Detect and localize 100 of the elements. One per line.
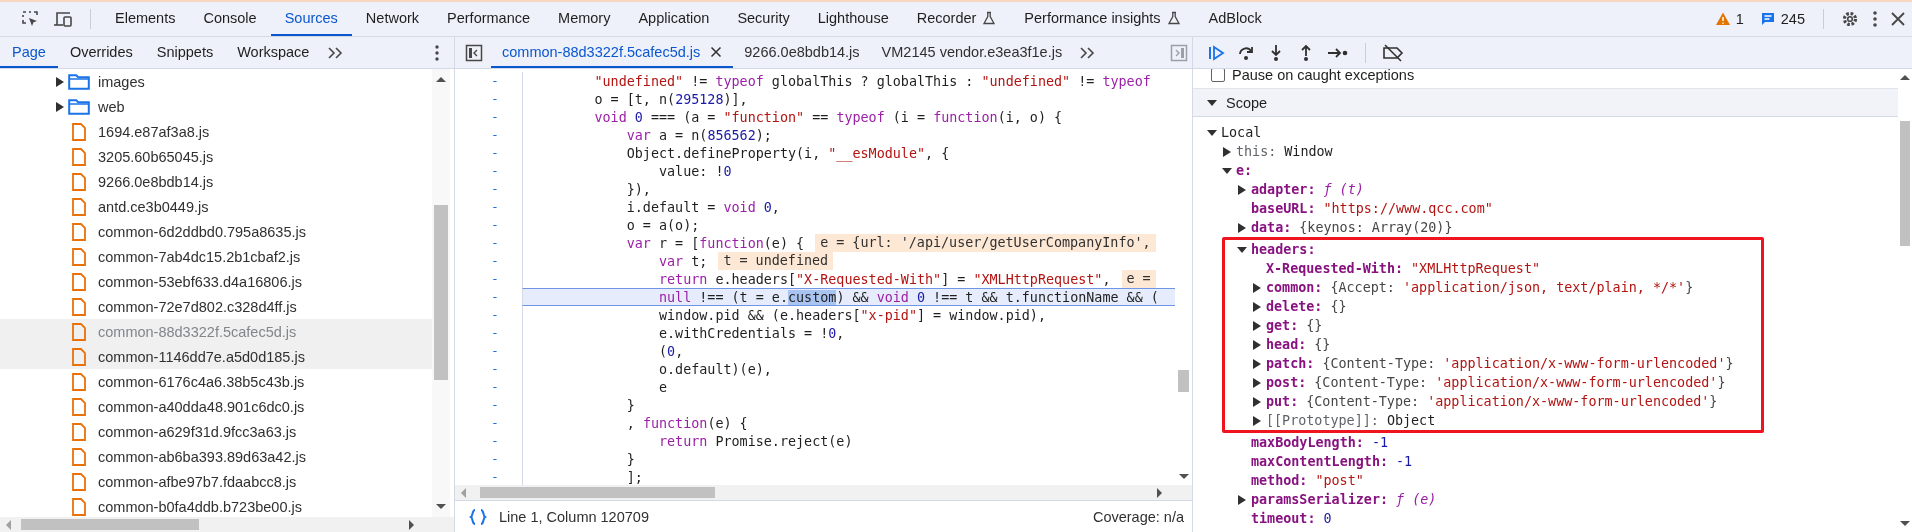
line-marker: - bbox=[490, 90, 500, 108]
line-marker: - bbox=[490, 396, 500, 414]
line-marker: - bbox=[490, 72, 500, 90]
file-tree-item[interactable]: images bbox=[0, 69, 432, 94]
line-marker: - bbox=[490, 414, 500, 432]
file-tree-item[interactable]: web bbox=[0, 94, 432, 119]
file-tree-item[interactable]: common-a629f31d.9fcc3a63.js bbox=[0, 419, 432, 444]
expand-arrow-icon[interactable] bbox=[1222, 165, 1232, 176]
expand-arrow-icon[interactable] bbox=[1252, 377, 1262, 388]
property-name: headers: bbox=[1251, 242, 1316, 257]
property-value: {Accept: 'application/json, text/plain, */*'} bbox=[1330, 280, 1694, 295]
property-name: data: bbox=[1251, 220, 1292, 235]
panel-tab[interactable]: Elements bbox=[101, 2, 190, 36]
file-tree-item[interactable]: common-7ab4dc15.2b1cbaf2.js bbox=[0, 244, 432, 269]
close-icon[interactable] bbox=[1890, 11, 1906, 27]
panel-tab[interactable]: Performance insights bbox=[1010, 2, 1195, 36]
file-tree-item[interactable]: common-a40dda48.901c6dc0.js bbox=[0, 394, 432, 419]
file-tree-item[interactable]: 3205.60b65045.js bbox=[0, 144, 432, 169]
pretty-print-icon[interactable] bbox=[469, 507, 487, 526]
code-line: window.pid && (e.headers["x-pid"] = window.pid), bbox=[658, 307, 1046, 323]
expand-arrow-icon[interactable] bbox=[1252, 282, 1262, 293]
code-line: null !== (t = e.custom) && void 0 !== t && t.functionName && ( bbox=[658, 289, 1159, 305]
line-marker: - bbox=[490, 342, 500, 360]
device-icon[interactable] bbox=[52, 9, 74, 29]
expand-arrow-icon[interactable] bbox=[1237, 244, 1247, 255]
panel-tab[interactable]: Network bbox=[351, 2, 434, 36]
vertical-scrollbar[interactable] bbox=[432, 69, 450, 517]
file-tree-item[interactable]: common-1146dd7e.a5d0d185.js bbox=[0, 344, 432, 369]
panel-tab[interactable]: Application bbox=[624, 2, 724, 36]
close-icon[interactable] bbox=[710, 45, 723, 58]
expand-arrow-icon[interactable] bbox=[1252, 339, 1262, 350]
cursor-position: Line 1, Column 120709 bbox=[499, 508, 649, 525]
checkbox-label: Pause on caught exceptions bbox=[1232, 69, 1415, 83]
sidebar-toggle-icon[interactable] bbox=[465, 43, 483, 62]
property-value: 0 bbox=[1323, 511, 1332, 526]
file-tab[interactable]: VM2145 vendor.e3ea3f1e.js bbox=[870, 37, 1074, 68]
horizontal-scrollbar[interactable] bbox=[455, 485, 1192, 500]
messages-button[interactable]: 245 bbox=[1751, 11, 1813, 27]
property-name: paramsSerializer: bbox=[1251, 492, 1389, 507]
file-tree-item[interactable]: common-6d2ddbd0.795a8635.js bbox=[0, 219, 432, 244]
file-tree-item[interactable]: common-72e7d802.c328d4ff.js bbox=[0, 294, 432, 319]
horizontal-scrollbar[interactable] bbox=[0, 517, 454, 532]
panel-tab[interactable]: Security bbox=[723, 2, 804, 36]
code-line: } bbox=[625, 451, 635, 467]
expand-arrow-icon[interactable] bbox=[1252, 415, 1262, 426]
line-marker: - bbox=[490, 360, 500, 378]
panel-tab[interactable]: Recorder bbox=[902, 2, 1011, 36]
panel-tab[interactable]: AdBlock bbox=[1194, 2, 1276, 36]
line-marker: - bbox=[490, 252, 500, 270]
expand-arrow-icon[interactable] bbox=[1252, 358, 1262, 369]
more-tabs-icon[interactable] bbox=[1079, 46, 1096, 59]
navigator-tab[interactable]: Page bbox=[0, 37, 58, 68]
expand-arrow-icon[interactable] bbox=[56, 76, 64, 87]
settings-icon[interactable] bbox=[1840, 9, 1860, 29]
deactivate-breakpoints-icon[interactable] bbox=[1382, 43, 1404, 62]
expand-arrow-icon[interactable] bbox=[1237, 494, 1247, 505]
expand-arrow-icon[interactable] bbox=[1207, 97, 1217, 108]
expand-arrow-icon[interactable] bbox=[1252, 301, 1262, 312]
line-marker: - bbox=[490, 288, 500, 306]
code-line: e bbox=[658, 379, 668, 395]
line-marker: - bbox=[490, 270, 500, 288]
file-tree-item[interactable]: common-afbe97b7.fdaabcc8.js bbox=[0, 469, 432, 494]
navigator-tab[interactable]: Workspace bbox=[225, 37, 322, 68]
expand-arrow-icon[interactable] bbox=[1252, 396, 1262, 407]
expand-arrow-icon[interactable] bbox=[1237, 222, 1247, 233]
line-marker: - bbox=[490, 144, 500, 162]
line-marker: - bbox=[490, 198, 500, 216]
file-tree-item[interactable]: common-53ebf633.d4a16806.js bbox=[0, 269, 432, 294]
expand-arrow-icon[interactable] bbox=[1237, 184, 1247, 195]
warnings-button[interactable]: 1 bbox=[1706, 11, 1752, 27]
navigator-tab[interactable]: Snippets bbox=[144, 37, 226, 68]
expand-arrow-icon[interactable] bbox=[56, 101, 64, 112]
file-tree-item[interactable]: antd.ce3b0449.js bbox=[0, 194, 432, 219]
file-tree-item[interactable]: 1694.e87af3a8.js bbox=[0, 119, 432, 144]
more-menu-icon[interactable] bbox=[1872, 10, 1878, 28]
resume-icon[interactable] bbox=[1207, 43, 1225, 62]
panel-tab[interactable]: Console bbox=[189, 2, 271, 36]
panel-tab[interactable]: Performance bbox=[433, 2, 545, 36]
file-tab[interactable]: 9266.0e8bdb14.js bbox=[733, 37, 871, 68]
property-value: {} bbox=[1314, 337, 1331, 352]
file-tree-item[interactable]: common-b0fa4ddb.b723be00.js bbox=[0, 494, 432, 517]
file-tab[interactable]: common-88d3322f.5cafec5d.js bbox=[491, 37, 734, 68]
more-tabs-icon[interactable] bbox=[327, 46, 344, 59]
line-marker: - bbox=[490, 108, 500, 126]
file-tree-item[interactable]: common-6176c4a6.38b5c43b.js bbox=[0, 369, 432, 394]
expand-arrow-icon[interactable] bbox=[1252, 320, 1262, 331]
file-tree-item[interactable]: common-ab6ba393.89d63a42.js bbox=[0, 444, 432, 469]
expand-arrow-icon[interactable] bbox=[1207, 127, 1217, 138]
sidebar-toggle-icon[interactable] bbox=[1170, 43, 1188, 62]
navigator-tab[interactable]: Overrides bbox=[57, 37, 145, 68]
line-marker: - bbox=[490, 450, 500, 468]
code-line: o = a(o); bbox=[625, 217, 700, 233]
checkbox[interactable] bbox=[1211, 69, 1225, 82]
line-marker: - bbox=[490, 378, 500, 396]
expand-arrow-icon[interactable] bbox=[1222, 146, 1232, 157]
more-menu-icon[interactable] bbox=[434, 43, 440, 62]
code-line: return e.headers["X-Requested-With"] = "XMLHttpRequest", bbox=[658, 271, 1111, 287]
panel-tab[interactable]: Lighthouse bbox=[803, 2, 903, 36]
panel-tab[interactable]: Memory bbox=[544, 2, 625, 36]
file-tree-item[interactable]: 9266.0e8bdb14.js bbox=[0, 169, 432, 194]
